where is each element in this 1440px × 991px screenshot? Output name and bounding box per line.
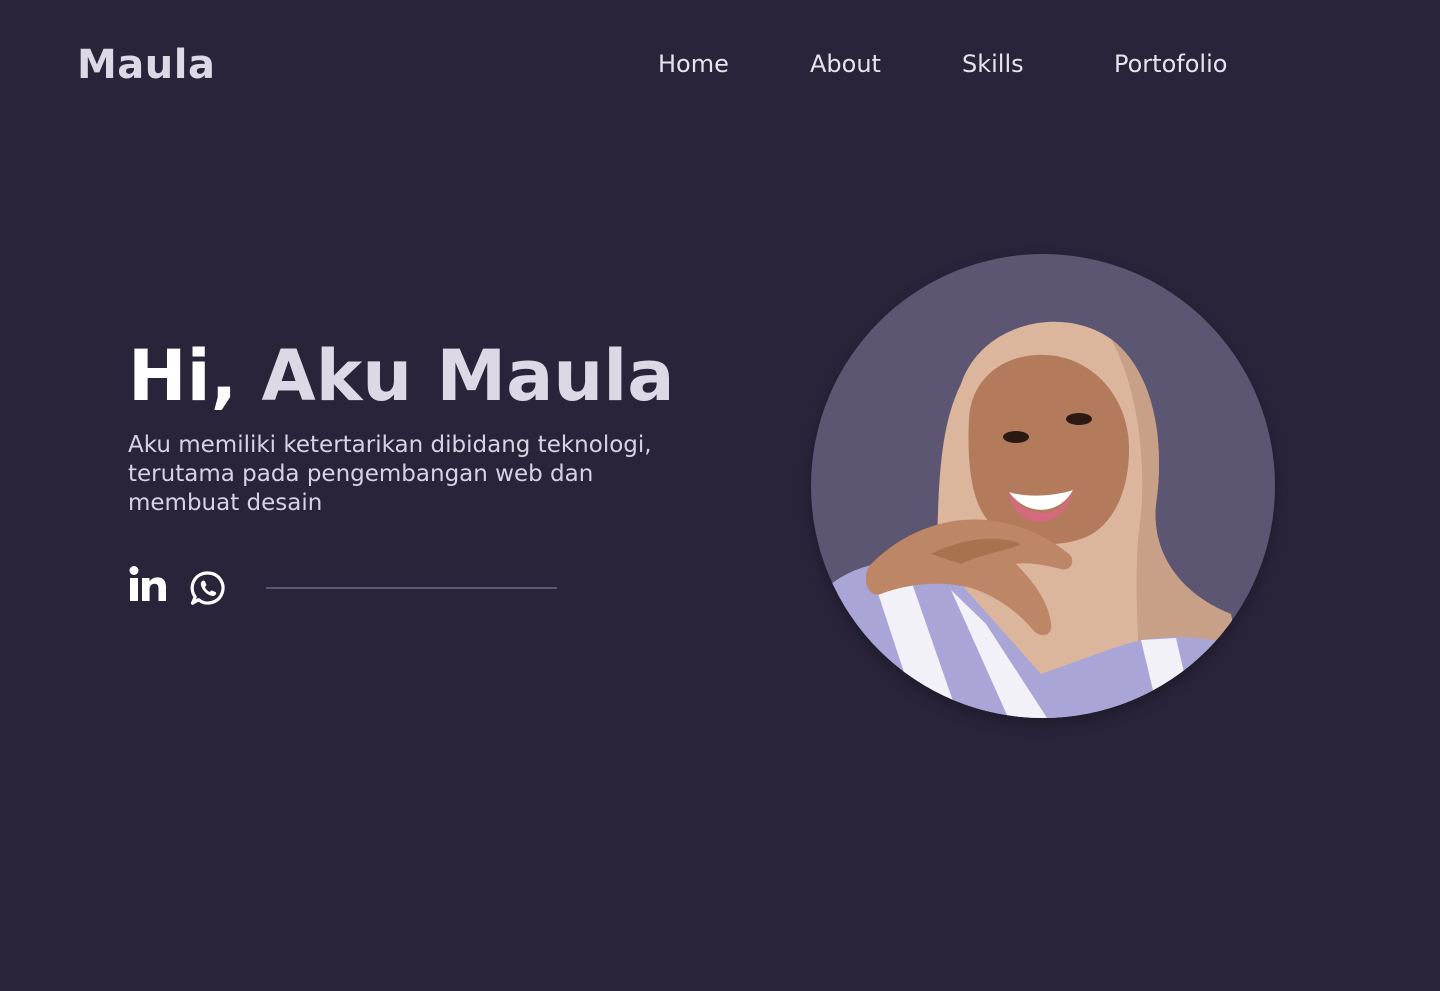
linkedin-icon[interactable] [128, 564, 168, 604]
hero-greeting: Hi, [128, 335, 238, 417]
hero-title: Hi, Aku Maula [128, 332, 674, 420]
nav-skills[interactable]: Skills [962, 48, 1024, 80]
divider-line [266, 587, 557, 589]
main-nav: Home About Skills Portofolio [0, 48, 1440, 82]
nav-portofolio[interactable]: Portofolio [1114, 48, 1227, 80]
profile-avatar [811, 254, 1275, 718]
hero-name: Aku Maula [261, 335, 675, 417]
whatsapp-icon[interactable] [190, 570, 226, 606]
nav-about[interactable]: About [810, 48, 881, 80]
nav-home[interactable]: Home [658, 48, 729, 80]
hero-description: Aku memiliki ketertarikan dibidang tekno… [128, 432, 652, 516]
